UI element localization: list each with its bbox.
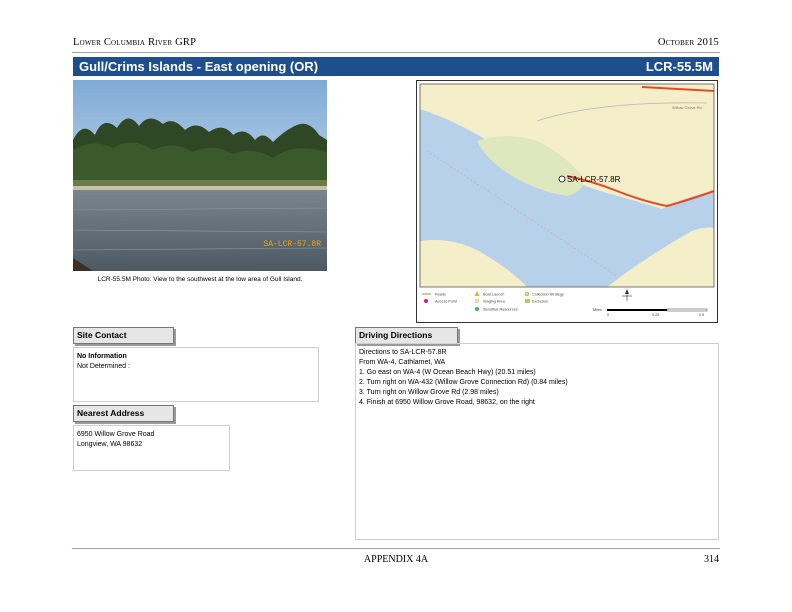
map-site-label: SA-LCR-57.8R bbox=[567, 175, 621, 184]
site-map-image: Willow Grove Rd SA-LCR-57.8R Roads Boat … bbox=[417, 81, 717, 322]
directions-line: 2. Turn right on WA-432 (Willow Grove Co… bbox=[359, 379, 568, 386]
site-contact-phone: Not Determined : bbox=[77, 363, 130, 370]
nearest-address-heading: Nearest Address bbox=[73, 405, 174, 422]
legend-access-point: Access Point bbox=[435, 300, 458, 304]
header-rule bbox=[72, 52, 720, 53]
page-number: 314 bbox=[704, 554, 719, 565]
site-contact-heading: Site Contact bbox=[73, 327, 174, 344]
map-road-label: Willow Grove Rd bbox=[672, 105, 702, 110]
scale-tick-1: 0.25 bbox=[652, 313, 659, 317]
legend-boat-launch: Boat Launch bbox=[483, 293, 504, 297]
address-city: Longview, WA 98632 bbox=[77, 441, 143, 448]
site-title-bar: Gull/Crims Islands - East opening (OR) L… bbox=[73, 57, 719, 76]
directions-line: From WA-4, Cathlamet, WA bbox=[359, 359, 446, 366]
site-name: Gull/Crims Islands - East opening (OR) bbox=[79, 59, 319, 74]
legend-roads: Roads bbox=[435, 293, 446, 297]
nearest-address-box: 6950 Willow Grove Road Longview, WA 9863… bbox=[73, 425, 230, 471]
site-photo-image: SA-LCR-57.8R bbox=[73, 80, 327, 271]
directions-line: Directions to SA-LCR-57.8R bbox=[359, 349, 447, 356]
footer-rule bbox=[72, 548, 720, 549]
scale-tick-0: 0 bbox=[607, 313, 609, 317]
driving-directions-box: Directions to SA-LCR-57.8R From WA-4, Ca… bbox=[355, 343, 719, 540]
site-photo: SA-LCR-57.8R bbox=[73, 80, 327, 271]
legend-staging-area: Staging Area bbox=[483, 300, 506, 304]
legend-sensitive-resources: Sensitive Resources bbox=[483, 308, 518, 312]
site-marker-icon bbox=[558, 175, 566, 183]
address-street: 6950 Willow Grove Road bbox=[77, 431, 155, 438]
document-date: October 2015 bbox=[657, 37, 719, 48]
photo-caption: LCR-55.5M Photo: View to the southwest a… bbox=[97, 276, 303, 283]
site-code: LCR-55.5M bbox=[645, 59, 713, 74]
legend-exclusion: Exclusion bbox=[532, 300, 548, 304]
driving-directions-heading: Driving Directions bbox=[355, 327, 458, 344]
photo-stamp: SA-LCR-57.8R bbox=[263, 240, 321, 249]
site-contact-box: No Information Not Determined : bbox=[73, 347, 319, 402]
appendix-label: APPENDIX 4A bbox=[363, 554, 429, 565]
scale-tick-2: 0.5 bbox=[699, 313, 704, 317]
legend-collection-strategy: Collection Strategy bbox=[532, 293, 564, 297]
site-map: Willow Grove Rd SA-LCR-57.8R Roads Boat … bbox=[416, 80, 718, 323]
directions-line: 4. Finish at 6950 Willow Grove Road, 986… bbox=[359, 399, 535, 406]
directions-line: 3. Turn right on Willow Grove Rd (2.98 m… bbox=[359, 389, 499, 396]
document-series-title: Lower Columbia River GRP bbox=[73, 37, 197, 48]
site-contact-name: No Information bbox=[77, 353, 127, 360]
directions-line: 1. Go east on WA-4 (W Ocean Beach Hwy) (… bbox=[359, 369, 536, 376]
scale-unit: Miles bbox=[593, 308, 602, 312]
